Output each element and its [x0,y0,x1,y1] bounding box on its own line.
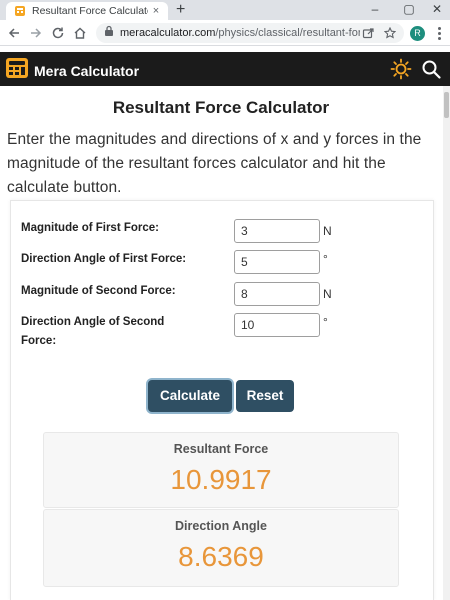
new-tab-button[interactable]: + [176,1,185,19]
reload-icon[interactable] [48,23,68,43]
first-force-magnitude-unit: N [323,224,332,238]
reset-button[interactable]: Reset [236,380,294,412]
direction-angle-result-box: Direction Angle 8.6369 [43,509,399,587]
site-logo-text: Mera Calculator [34,62,140,79]
url-text: meracalculator.com/physics/classical/res… [120,27,360,39]
second-force-angle-unit: ° [323,315,328,329]
first-force-angle-input[interactable] [234,250,320,274]
lock-icon [104,24,114,42]
second-force-angle-input[interactable] [234,313,320,337]
second-force-magnitude-input[interactable] [234,282,320,306]
bookmark-star-icon[interactable] [382,25,398,41]
window-close-button[interactable]: ✕ [424,0,450,20]
second-force-angle-label: Direction Angle of Second Force: [21,316,165,347]
direction-angle-value: 8.6369 [178,541,264,572]
resultant-force-value: 10.9917 [170,464,272,495]
browser-tab-bar: Resultant Force Calculator × + – ▢ ✕ [0,0,450,20]
profile-avatar[interactable]: R [410,26,425,41]
second-force-magnitude-unit: N [323,287,332,301]
calculate-button[interactable]: Calculate [148,380,232,412]
site-header: Mera Calculator [0,52,450,86]
page-title: Resultant Force Calculator [112,98,330,117]
calculator-logo-icon [5,56,29,85]
home-icon[interactable] [70,23,90,43]
page-scrollbar[interactable] [443,86,450,600]
url-host: meracalculator.com [120,27,216,39]
resultant-force-label: Resultant Force [173,442,269,456]
second-force-magnitude-label: Magnitude of Second Force: [21,285,176,297]
address-bar[interactable]: meracalculator.com/physics/classical/res… [96,23,404,43]
resultant-force-result-box: Resultant Force 10.9917 [43,432,399,508]
tab-title: Resultant Force Calculator [32,5,148,17]
calculator-favicon-icon [14,5,26,17]
browser-toolbar: meracalculator.com/physics/classical/res… [0,20,450,46]
site-logo[interactable]: Mera Calculator [5,56,139,85]
intro-text: Enter the magnitudes and directions of x… [7,131,422,196]
search-icon[interactable] [420,58,442,80]
tab-close-icon[interactable]: × [148,5,164,17]
browser-tab[interactable]: Resultant Force Calculator × [6,2,168,20]
browser-menu-icon[interactable] [432,24,446,42]
page-scrollbar-thumb[interactable] [444,92,449,118]
direction-angle-label: Direction Angle [175,519,267,533]
url-path: /physics/classical/resultant-force.... [215,27,360,39]
first-force-magnitude-input[interactable] [234,219,320,243]
first-force-angle-label: Direction Angle of First Force: [21,253,187,265]
forward-arrow-icon[interactable] [26,23,46,43]
window-maximize-button[interactable]: ▢ [392,0,426,20]
share-icon[interactable] [360,25,376,41]
theme-toggle-sun-icon[interactable] [390,58,412,80]
first-force-magnitude-label: Magnitude of First Force: [21,222,159,234]
window-minimize-button[interactable]: – [358,0,392,20]
first-force-angle-unit: ° [323,252,328,266]
back-arrow-icon[interactable] [4,23,24,43]
